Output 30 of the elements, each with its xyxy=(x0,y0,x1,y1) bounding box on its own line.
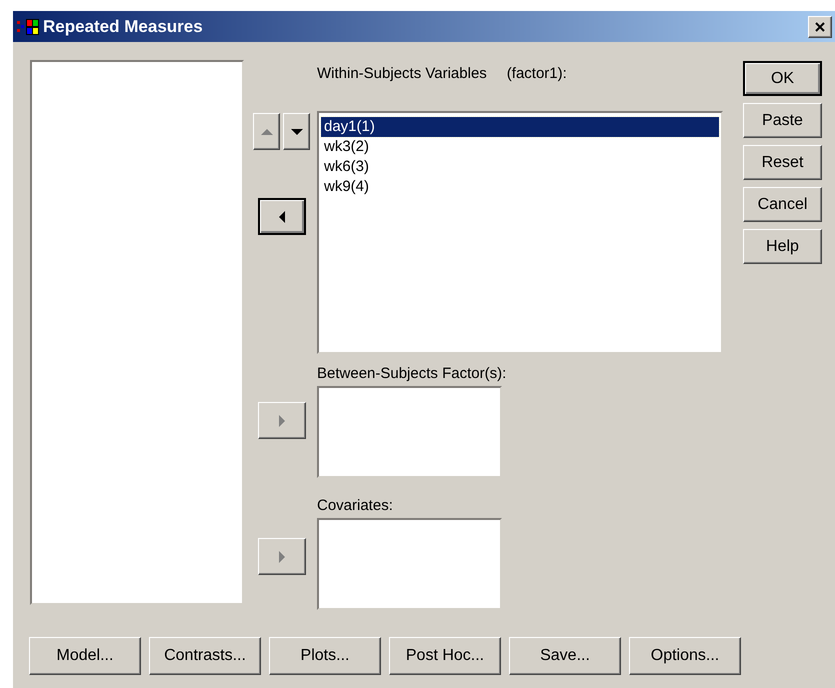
dialog-button[interactable]: Help xyxy=(743,229,822,264)
move-down-button[interactable] xyxy=(283,113,310,150)
dialog-button[interactable]: Post Hoc... xyxy=(389,637,501,675)
dialog-button[interactable]: Plots... xyxy=(269,637,381,675)
list-item[interactable]: wk3(2) xyxy=(321,137,719,157)
dialog-button[interactable]: Contrasts... xyxy=(149,637,261,675)
between-subjects-label: Between-Subjects Factor(s): xyxy=(317,364,508,384)
covariates-label: Covariates: xyxy=(317,496,394,516)
covariates-list[interactable] xyxy=(317,518,502,610)
factor-label: (factor1): xyxy=(506,65,567,82)
between-subjects-list[interactable] xyxy=(317,386,502,478)
window-title: Repeated Measures xyxy=(43,16,204,36)
list-item[interactable]: day1(1) xyxy=(321,117,719,137)
within-subjects-list[interactable]: day1(1) wk3(2) wk6(3) wk9(4) xyxy=(317,111,723,354)
list-item[interactable]: wk6(3) xyxy=(321,157,719,177)
dialog-button[interactable]: Model... xyxy=(29,637,141,675)
dialog-button[interactable]: Cancel xyxy=(743,187,822,222)
dialog-button[interactable]: OK xyxy=(743,61,822,96)
right-arrow-icon xyxy=(276,550,288,562)
dialog-button[interactable]: Options... xyxy=(629,637,741,675)
dialog-button[interactable]: Reset xyxy=(743,145,822,180)
app-icon xyxy=(17,18,39,34)
right-arrow-icon xyxy=(276,414,288,426)
close-button[interactable] xyxy=(808,16,832,38)
dialog-button[interactable]: Paste xyxy=(743,103,822,138)
dialog-button[interactable]: Save... xyxy=(509,637,621,675)
within-subjects-label: Within-Subjects Variables xyxy=(317,65,487,82)
list-item[interactable]: wk9(4) xyxy=(321,177,719,197)
move-button[interactable] xyxy=(258,198,306,235)
close-icon xyxy=(815,22,825,32)
